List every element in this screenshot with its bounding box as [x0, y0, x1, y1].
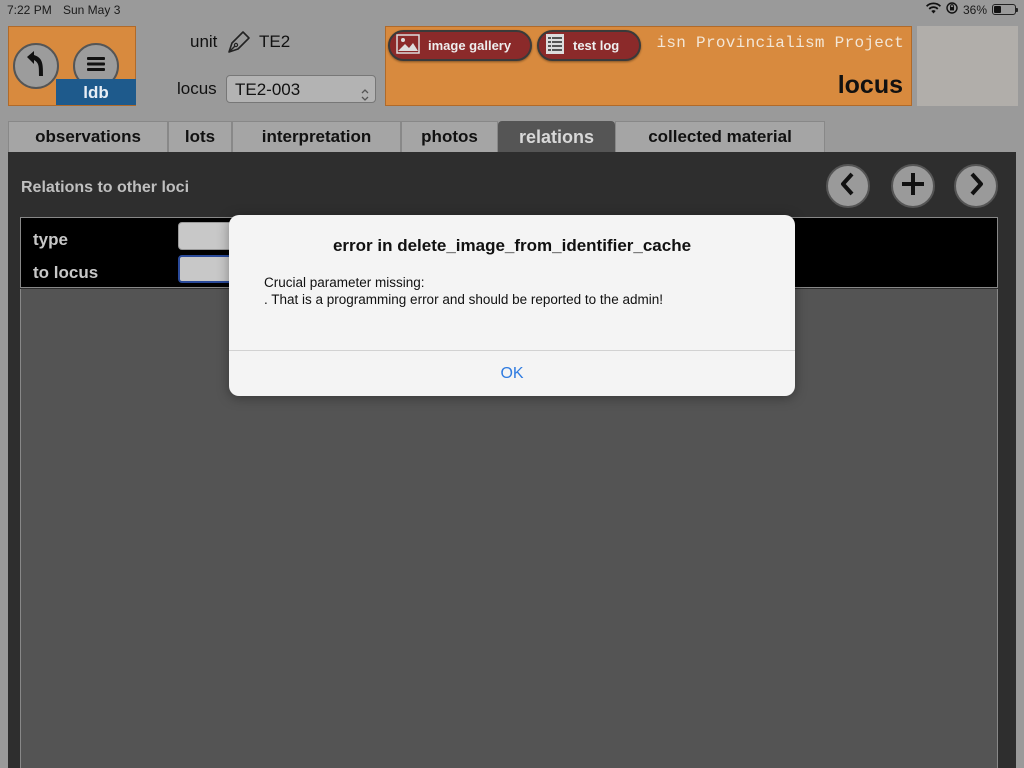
alert-message-line-1: Crucial parameter missing: — [264, 275, 425, 290]
alert-message: Crucial parameter missing: . That is a p… — [264, 274, 764, 308]
ok-button[interactable]: OK — [229, 351, 795, 396]
error-alert-dialog: error in delete_image_from_identifier_ca… — [229, 215, 795, 396]
alert-message-line-2: . That is a programming error and should… — [264, 292, 663, 307]
alert-title: error in delete_image_from_identifier_ca… — [332, 236, 692, 255]
